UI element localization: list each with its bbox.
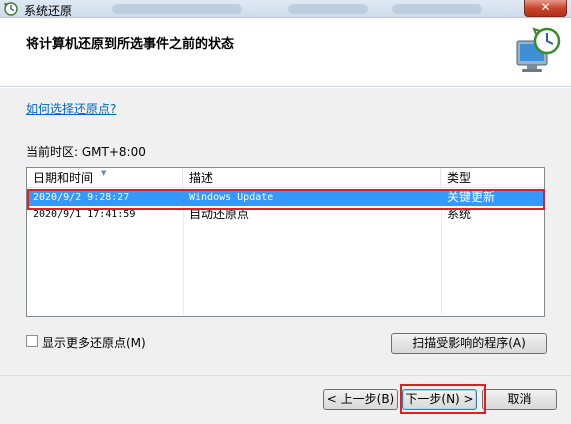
help-link[interactable]: 如何选择还原点? <box>26 100 116 117</box>
page-title: 将计算机还原到所选事件之前的状态 <box>26 37 235 52</box>
show-more-checkbox[interactable] <box>26 335 38 347</box>
selected-row-highlight-box <box>27 189 545 210</box>
window-title: 系统还原 <box>24 4 73 18</box>
show-more-label[interactable]: 显示更多还原点(M) <box>42 334 146 351</box>
wizard-footer: < 上一步(B) 下一步(N) > 取消 <box>0 376 571 424</box>
blurred-title-region <box>112 4 242 14</box>
monitor-clock-icon <box>513 25 565 77</box>
column-header-type[interactable]: 类型 <box>441 168 544 188</box>
back-button[interactable]: < 上一步(B) <box>323 389 398 410</box>
system-restore-icon <box>4 2 18 16</box>
blurred-title-region <box>392 4 482 14</box>
title-bar: 系统还原 ✕ <box>0 0 571 18</box>
timezone-label: 当前时区: GMT+8:00 <box>26 145 146 159</box>
cancel-button[interactable]: 取消 <box>482 389 557 410</box>
blurred-title-region <box>288 4 368 14</box>
wizard-content: 如何选择还原点? 当前时区: GMT+8:00 日期和时间 ▼ 描述 类型 20… <box>0 88 571 375</box>
wizard-header: 将计算机还原到所选事件之前的状态 <box>0 19 571 87</box>
list-header: 日期和时间 ▼ 描述 类型 <box>27 168 544 188</box>
next-button-highlight-box <box>400 384 486 414</box>
sort-arrow-icon: ▼ <box>101 169 107 177</box>
column-header-description[interactable]: 描述 <box>183 168 441 188</box>
scan-affected-programs-button[interactable]: 扫描受影响的程序(A) <box>391 333 547 354</box>
close-button[interactable]: ✕ <box>524 0 567 17</box>
